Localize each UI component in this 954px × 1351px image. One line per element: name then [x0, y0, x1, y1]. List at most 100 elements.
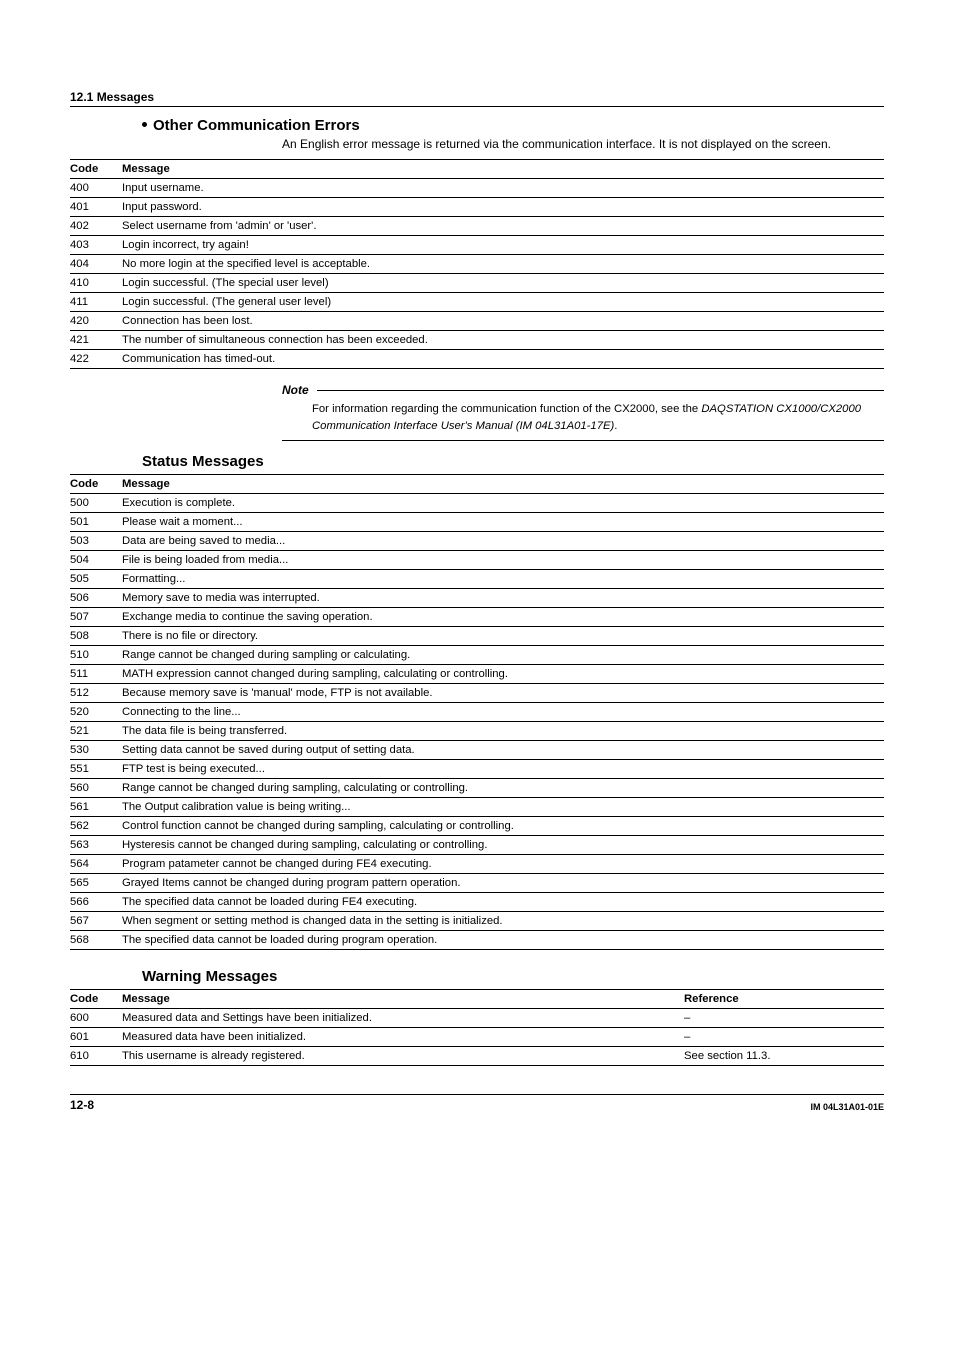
cell-reference: See section 11.3.	[684, 1047, 884, 1066]
th-code: Code	[70, 160, 122, 179]
page-footer: 12-8 IM 04L31A01-01E	[70, 1094, 884, 1112]
table-row: 565Grayed Items cannot be changed during…	[70, 874, 884, 893]
other-comm-errors-heading: Other Communication Errors	[142, 117, 884, 134]
cell-code: 521	[70, 722, 122, 741]
table-row: 567When segment or setting method is cha…	[70, 912, 884, 931]
table-row: 403Login incorrect, try again!	[70, 236, 884, 255]
status-messages-heading: Status Messages	[142, 453, 884, 470]
table-row: 566The specified data cannot be loaded d…	[70, 893, 884, 912]
cell-code: 507	[70, 608, 122, 627]
cell-code: 504	[70, 551, 122, 570]
cell-message: Input username.	[122, 179, 884, 198]
cell-message: The data file is being transferred.	[122, 722, 884, 741]
cell-reference: –	[684, 1009, 884, 1028]
cell-message: Control function cannot be changed durin…	[122, 817, 884, 836]
cell-code: 568	[70, 931, 122, 950]
cell-code: 402	[70, 217, 122, 236]
cell-message: Please wait a moment...	[122, 513, 884, 532]
cell-code: 564	[70, 855, 122, 874]
cell-code: 610	[70, 1047, 122, 1066]
cell-message: The number of simultaneous connection ha…	[122, 331, 884, 350]
table-row: 563Hysteresis cannot be changed during s…	[70, 836, 884, 855]
cell-code: 403	[70, 236, 122, 255]
table-row: 505Formatting...	[70, 570, 884, 589]
table-row: 521The data file is being transferred.	[70, 722, 884, 741]
warning-messages-heading: Warning Messages	[142, 968, 884, 985]
cell-code: 563	[70, 836, 122, 855]
cell-code: 400	[70, 179, 122, 198]
table-row: 561The Output calibration value is being…	[70, 798, 884, 817]
cell-code: 520	[70, 703, 122, 722]
table-row: 404No more login at the specified level …	[70, 255, 884, 274]
cell-code: 566	[70, 893, 122, 912]
cell-message: Memory save to media was interrupted.	[122, 589, 884, 608]
table-row: 551FTP test is being executed...	[70, 760, 884, 779]
cell-code: 501	[70, 513, 122, 532]
table-row: 410Login successful. (The special user l…	[70, 274, 884, 293]
cell-message: Login successful. (The special user leve…	[122, 274, 884, 293]
cell-message: Range cannot be changed during sampling …	[122, 646, 884, 665]
table-row: 501Please wait a moment...	[70, 513, 884, 532]
cell-code: 530	[70, 741, 122, 760]
cell-code: 601	[70, 1028, 122, 1047]
cell-code: 500	[70, 494, 122, 513]
cell-code: 404	[70, 255, 122, 274]
table-row: 562Control function cannot be changed du…	[70, 817, 884, 836]
cell-code: 503	[70, 532, 122, 551]
th-reference: Reference	[684, 990, 884, 1009]
warning-table: Code Message Reference 600Measured data …	[70, 989, 884, 1066]
cell-message: Login successful. (The general user leve…	[122, 293, 884, 312]
other-comm-title-text: Other Communication Errors	[153, 117, 360, 134]
cell-code: 510	[70, 646, 122, 665]
cell-message: There is no file or directory.	[122, 627, 884, 646]
cell-message: This username is already registered.	[122, 1047, 684, 1066]
cell-message: MATH expression cannot changed during sa…	[122, 665, 884, 684]
table-row: 411Login successful. (The general user l…	[70, 293, 884, 312]
cell-code: 560	[70, 779, 122, 798]
cell-code: 600	[70, 1009, 122, 1028]
cell-message: Because memory save is 'manual' mode, FT…	[122, 684, 884, 703]
cell-message: Communication has timed-out.	[122, 350, 884, 369]
cell-message: Program patameter cannot be changed duri…	[122, 855, 884, 874]
cell-message: The specified data cannot be loaded duri…	[122, 931, 884, 950]
table-row: 500Execution is complete.	[70, 494, 884, 513]
note-label: Note	[282, 383, 313, 397]
table-row: 510Range cannot be changed during sampli…	[70, 646, 884, 665]
th-code: Code	[70, 475, 122, 494]
table-row: 400Input username.	[70, 179, 884, 198]
table-row: 401Input password.	[70, 198, 884, 217]
table-row: 600Measured data and Settings have been …	[70, 1009, 884, 1028]
cell-code: 410	[70, 274, 122, 293]
cell-code: 562	[70, 817, 122, 836]
cell-reference: –	[684, 1028, 884, 1047]
cell-code: 506	[70, 589, 122, 608]
cell-code: 422	[70, 350, 122, 369]
cell-message: Execution is complete.	[122, 494, 884, 513]
cell-code: 511	[70, 665, 122, 684]
table-row: 568The specified data cannot be loaded d…	[70, 931, 884, 950]
table-row: 601Measured data have been initialized.–	[70, 1028, 884, 1047]
cell-code: 508	[70, 627, 122, 646]
table-row: 506Memory save to media was interrupted.	[70, 589, 884, 608]
table-row: 402Select username from 'admin' or 'user…	[70, 217, 884, 236]
table-row: 421The number of simultaneous connection…	[70, 331, 884, 350]
cell-message: Measured data have been initialized.	[122, 1028, 684, 1047]
cell-message: Connecting to the line...	[122, 703, 884, 722]
cell-code: 567	[70, 912, 122, 931]
cell-code: 512	[70, 684, 122, 703]
note-body-plain: For information regarding the communicat…	[312, 403, 701, 415]
table-row: 508There is no file or directory.	[70, 627, 884, 646]
table-row: 420Connection has been lost.	[70, 312, 884, 331]
note-bottom-rule-icon	[282, 440, 884, 441]
th-code: Code	[70, 990, 122, 1009]
cell-message: No more login at the specified level is …	[122, 255, 884, 274]
cell-code: 505	[70, 570, 122, 589]
cell-message: When segment or setting method is change…	[122, 912, 884, 931]
note-body-trailing: .	[614, 420, 617, 432]
cell-message: Hysteresis cannot be changed during samp…	[122, 836, 884, 855]
cell-message: Select username from 'admin' or 'user'.	[122, 217, 884, 236]
cell-message: Exchange media to continue the saving op…	[122, 608, 884, 627]
th-message: Message	[122, 990, 684, 1009]
table-row: 564Program patameter cannot be changed d…	[70, 855, 884, 874]
table-row: 512Because memory save is 'manual' mode,…	[70, 684, 884, 703]
